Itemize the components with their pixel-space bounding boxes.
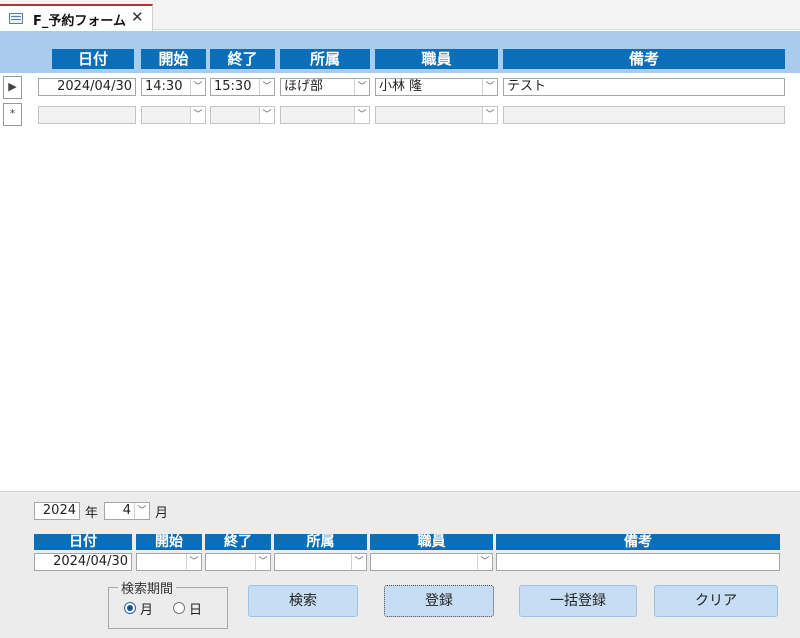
chevron-down-icon[interactable]: ﹀ <box>190 79 205 95</box>
radio-day[interactable] <box>173 602 185 614</box>
tab-form[interactable]: F_予約フォーム ✕ <box>0 4 153 31</box>
new-record-selector[interactable]: * <box>3 103 22 126</box>
chevron-down-icon[interactable]: ﹀ <box>259 107 274 123</box>
start-combo[interactable]: ﹀ <box>141 106 206 124</box>
radio-day-label: 日 <box>189 603 203 618</box>
col-header-end: 終了 <box>210 49 275 69</box>
new-dept-combo[interactable]: ﹀ <box>274 553 367 571</box>
col-header-staff: 職員 <box>375 49 498 69</box>
register-button[interactable]: 登録 <box>384 585 494 617</box>
year-input[interactable]: 2024 <box>34 502 80 520</box>
chevron-down-icon[interactable]: ﹀ <box>477 554 492 570</box>
month-value: 4 <box>122 503 131 518</box>
col-header-notes: 備考 <box>503 49 785 69</box>
notes-field[interactable] <box>503 106 785 124</box>
new-start-combo[interactable]: ﹀ <box>136 553 202 571</box>
bulk-register-button[interactable]: 一括登録 <box>519 585 637 617</box>
staff-combo[interactable]: ﹀ <box>375 106 498 124</box>
dept-combo[interactable]: ほげ部 ﹀ <box>280 78 370 96</box>
date-field[interactable] <box>38 106 136 124</box>
end-value: 15:30 <box>214 79 252 94</box>
chevron-down-icon[interactable]: ﹀ <box>351 554 366 570</box>
close-icon[interactable]: ✕ <box>131 8 144 26</box>
new-date-field[interactable]: 2024/04/30 <box>34 553 132 571</box>
tab-title: F_予約フォーム <box>33 14 126 29</box>
col-header-start: 開始 <box>141 49 206 69</box>
chevron-down-icon[interactable]: ﹀ <box>255 554 270 570</box>
chevron-down-icon[interactable]: ﹀ <box>354 107 369 123</box>
footer-col-staff: 職員 <box>370 534 493 550</box>
end-combo[interactable]: ﹀ <box>210 106 275 124</box>
chevron-down-icon[interactable]: ﹀ <box>134 503 149 519</box>
form-icon <box>9 13 23 24</box>
chevron-down-icon[interactable]: ﹀ <box>482 107 497 123</box>
notes-field[interactable]: テスト <box>503 78 785 96</box>
chevron-down-icon[interactable]: ﹀ <box>482 79 497 95</box>
chevron-down-icon[interactable]: ﹀ <box>354 79 369 95</box>
new-notes-field[interactable] <box>496 553 780 571</box>
search-period-label: 検索期間 <box>118 578 177 597</box>
chevron-down-icon[interactable]: ﹀ <box>190 107 205 123</box>
staff-value: 小林 隆 <box>379 79 423 94</box>
chevron-down-icon[interactable]: ﹀ <box>186 554 201 570</box>
staff-combo[interactable]: 小林 隆 ﹀ <box>375 78 498 96</box>
date-field[interactable]: 2024/04/30 <box>38 78 136 96</box>
month-label: 月 <box>155 506 169 521</box>
footer-col-date: 日付 <box>34 534 132 550</box>
start-value: 14:30 <box>145 79 183 94</box>
radio-month[interactable] <box>124 602 136 614</box>
start-combo[interactable]: 14:30 ﹀ <box>141 78 206 96</box>
radio-month-label: 月 <box>140 603 154 618</box>
footer-col-start: 開始 <box>136 534 202 550</box>
footer-col-end: 終了 <box>205 534 271 550</box>
col-header-dept: 所属 <box>280 49 370 69</box>
new-end-combo[interactable]: ﹀ <box>205 553 271 571</box>
new-staff-combo[interactable]: ﹀ <box>370 553 493 571</box>
year-label: 年 <box>85 506 99 521</box>
chevron-down-icon[interactable]: ﹀ <box>259 79 274 95</box>
header-band: 日付 開始 終了 所属 職員 備考 <box>0 31 800 73</box>
clear-button[interactable]: クリア <box>654 585 778 617</box>
end-combo[interactable]: 15:30 ﹀ <box>210 78 275 96</box>
col-header-date: 日付 <box>52 49 134 69</box>
footer-col-notes: 備考 <box>496 534 780 550</box>
dept-value: ほげ部 <box>284 79 324 94</box>
record-selector[interactable]: ▶ <box>3 76 22 99</box>
month-combo[interactable]: 4 ﹀ <box>104 502 150 520</box>
dept-combo[interactable]: ﹀ <box>280 106 370 124</box>
footer-col-dept: 所属 <box>274 534 367 550</box>
search-button[interactable]: 検索 <box>248 585 358 617</box>
